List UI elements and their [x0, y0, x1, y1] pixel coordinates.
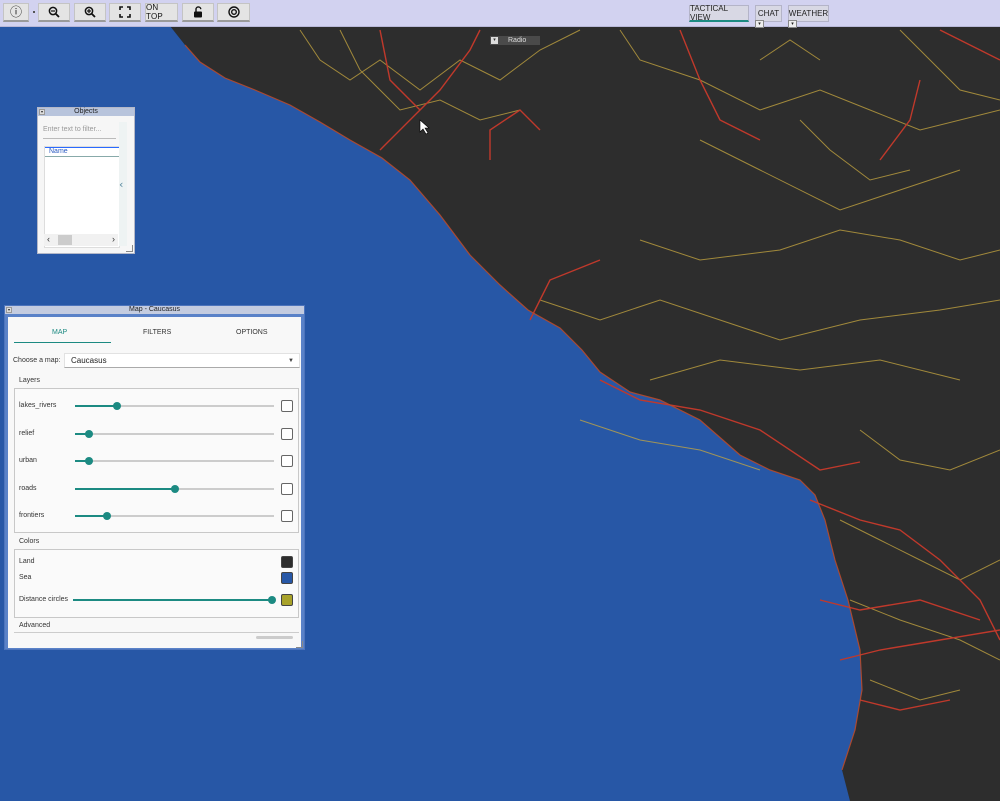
- sea-color-swatch[interactable]: [281, 572, 293, 584]
- slider-fill: [75, 405, 117, 407]
- layers-section-title: Layers: [19, 377, 41, 384]
- scroll-thumb[interactable]: [58, 235, 72, 245]
- map-panel-resize-grip[interactable]: [296, 641, 303, 648]
- map-panel-titlebar[interactable]: ▾ Map - Caucasus: [5, 306, 304, 314]
- slider-thumb[interactable]: [84, 429, 93, 438]
- layer-opacity-slider[interactable]: [75, 484, 274, 493]
- radio-label: Radio: [508, 37, 527, 44]
- layer-visibility-checkbox[interactable]: [281, 482, 293, 495]
- tab-chat[interactable]: CHAT ▾: [755, 5, 782, 28]
- distance-circles-slider[interactable]: [73, 596, 276, 604]
- layer-opacity-slider[interactable]: [75, 457, 274, 465]
- map-settings-panel: ▾ Map - Caucasus MAP FILTERS OPTIONS Cho…: [4, 305, 305, 650]
- target-button[interactable]: [217, 3, 250, 22]
- distance-circles-label: Distance circles: [19, 596, 69, 603]
- layer-label: frontiers: [19, 512, 45, 519]
- colors-group: Land Sea Distance circles: [14, 549, 299, 618]
- objects-column-name[interactable]: Name: [45, 147, 119, 157]
- zoom-out-icon: [48, 6, 60, 18]
- advanced-divider: [14, 632, 299, 633]
- tab-tactical-view-label: TACTICAL VIEW: [690, 4, 728, 22]
- map-panel-tabs: MAP FILTERS OPTIONS: [8, 317, 301, 343]
- objects-side-collapse[interactable]: ‹: [119, 122, 127, 246]
- on-top-button[interactable]: ON TOP: [145, 3, 178, 22]
- tab-weather[interactable]: WEATHER ▾: [788, 5, 829, 28]
- objects-panel: ▾ Objects Enter text to filter... Name ‹…: [37, 107, 135, 254]
- slider-fill: [75, 487, 175, 490]
- layer-label: relief: [19, 429, 35, 437]
- map-panel-content: MAP FILTERS OPTIONS Choose a map: Caucas…: [8, 317, 301, 648]
- target-icon: [227, 6, 240, 18]
- info-icon: ⓘ: [9, 5, 22, 19]
- distance-circles-color-swatch[interactable]: [281, 594, 293, 606]
- choose-map-select[interactable]: Caucasus ▼: [64, 353, 300, 368]
- objects-filter-input[interactable]: Enter text to filter...: [43, 126, 116, 139]
- layer-visibility-checkbox[interactable]: [281, 455, 293, 467]
- tab-tactical-view[interactable]: TACTICAL VIEW: [689, 4, 749, 22]
- tab-options[interactable]: OPTIONS: [236, 329, 268, 336]
- slider-thumb[interactable]: [84, 457, 93, 465]
- slider-thumb[interactable]: [268, 596, 276, 604]
- weather-popout-icon[interactable]: ▾: [788, 20, 797, 28]
- on-top-label: ON TOP: [146, 3, 163, 21]
- toolbar-separator: [33, 11, 35, 13]
- objects-horizontal-scrollbar[interactable]: ‹ ›: [44, 234, 118, 246]
- advanced-section-title: Advanced: [19, 622, 51, 629]
- slider-fill: [73, 599, 272, 601]
- slider-thumb[interactable]: [102, 512, 111, 520]
- objects-panel-titlebar[interactable]: ▾ Objects: [38, 108, 134, 116]
- layer-label: roads: [19, 484, 37, 492]
- info-button[interactable]: ⓘ: [3, 3, 29, 22]
- layer-visibility-checkbox[interactable]: [281, 510, 293, 522]
- land-color-label: Land: [19, 558, 35, 565]
- layer-label: urban: [19, 457, 37, 464]
- objects-resize-grip[interactable]: [126, 245, 133, 252]
- zoom-in-button[interactable]: [74, 3, 106, 22]
- sea-color-label: Sea: [19, 574, 32, 581]
- objects-list[interactable]: Name: [44, 146, 120, 248]
- objects-filter-placeholder: Enter text to filter...: [43, 126, 102, 133]
- tab-filters[interactable]: FILTERS: [143, 329, 171, 336]
- tab-weather-label: WEATHER: [788, 9, 829, 18]
- objects-column-name-label: Name: [49, 148, 68, 155]
- map-panel-collapse-icon[interactable]: ▾: [6, 307, 12, 313]
- zoom-in-icon: [84, 6, 96, 18]
- scroll-right-icon[interactable]: ›: [112, 234, 115, 244]
- map-panel-title: Map - Caucasus: [129, 306, 180, 313]
- layer-opacity-slider[interactable]: [75, 429, 274, 438]
- objects-panel-title: Objects: [74, 108, 98, 115]
- scroll-left-icon[interactable]: ‹: [47, 234, 50, 244]
- active-tab-indicator: [14, 342, 111, 343]
- panel-scrollbar[interactable]: [256, 636, 293, 639]
- layer-visibility-checkbox[interactable]: [281, 427, 293, 440]
- colors-section-title: Colors: [19, 538, 40, 545]
- choose-map-value: Caucasus: [71, 356, 107, 365]
- chat-popout-icon[interactable]: ▾: [755, 20, 764, 28]
- top-toolbar: ⓘ ON TOP TACTICAL VIEW CHAT ▾ WEATHER ▾: [0, 0, 1000, 28]
- layers-group: lakes_riversrelief urban roads frontiers: [14, 388, 299, 533]
- objects-collapse-icon[interactable]: ▾: [39, 109, 45, 115]
- slider-thumb[interactable]: [170, 484, 179, 493]
- lock-button[interactable]: [182, 3, 214, 22]
- fullscreen-button[interactable]: [109, 3, 141, 22]
- layer-opacity-slider[interactable]: [75, 402, 274, 410]
- tab-map[interactable]: MAP: [52, 329, 67, 336]
- land-color-swatch[interactable]: [281, 556, 293, 568]
- layer-opacity-slider[interactable]: [75, 512, 274, 520]
- zoom-out-button[interactable]: [38, 3, 70, 22]
- chevron-left-icon: ‹: [119, 178, 124, 191]
- radio-window-bar[interactable]: ▾ Radio: [490, 36, 540, 45]
- layer-visibility-checkbox[interactable]: [281, 400, 293, 412]
- tab-chat-label: CHAT: [757, 9, 780, 18]
- choose-map-label: Choose a map:: [13, 357, 61, 364]
- unlock-icon: [194, 6, 202, 18]
- layer-label: lakes_rivers: [19, 402, 57, 409]
- fullscreen-icon: [119, 6, 131, 18]
- slider-thumb[interactable]: [112, 402, 121, 410]
- dropdown-arrow-icon: ▼: [288, 358, 294, 364]
- radio-collapse-icon[interactable]: ▾: [491, 37, 498, 44]
